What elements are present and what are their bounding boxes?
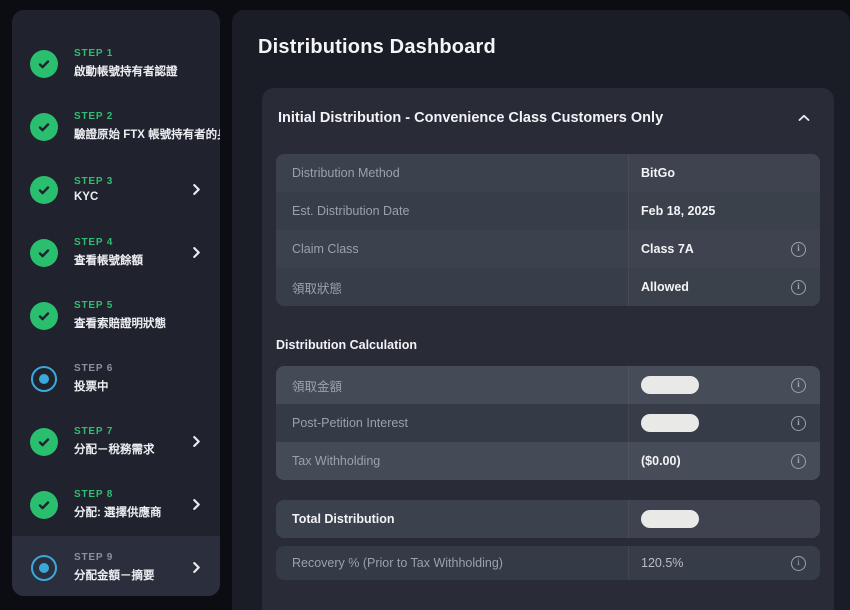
table-row: 領取金額 i [276,366,820,404]
recovery-table: Recovery % (Prior to Tax Withholding) 12… [276,546,820,580]
check-circle-icon [30,491,58,519]
row-label: Distribution Method [276,166,628,180]
table-row: Distribution Method BitGo [276,154,820,192]
sidebar-step-8[interactable]: STEP 8 分配: 選擇供應商 [12,473,220,536]
redacted-value-pill [641,376,699,394]
table-row: Post-Petition Interest i [276,404,820,442]
info-icon[interactable]: i [791,556,806,571]
sidebar-step-4[interactable]: STEP 4 查看帳號餘額 [12,221,220,284]
step-label: STEP 9 [74,552,155,563]
check-circle-icon [30,239,58,267]
step-title: KYC [74,191,113,203]
total-distribution-table: Total Distribution [276,500,820,538]
table-row: Tax Withholding ($0.00) i [276,442,820,480]
step-title: 分配: 選擇供應商 [74,504,162,520]
chevron-up-icon[interactable] [794,110,814,126]
redacted-value-pill [641,414,699,432]
steps-sidebar: STEP 1 啟動帳號持有者認證 STEP 2 驗證原始 FTX 帳號持有者的身… [12,10,220,596]
step-title: 查看索賠證明狀態 [74,315,166,331]
step-title: 驗證原始 FTX 帳號持有者的身份 [74,126,202,142]
table-row: Claim Class Class 7A i [276,230,820,268]
radio-in-progress-icon [31,555,57,581]
step-label: STEP 4 [74,237,143,248]
table-row: 領取狀態 Allowed i [276,268,820,306]
row-label: Tax Withholding [276,454,628,468]
step-title: 分配－稅務需求 [74,441,155,457]
step-label: STEP 2 [74,111,202,122]
calc-section-heading: Distribution Calculation [276,338,820,352]
info-icon[interactable]: i [791,242,806,257]
row-label: Est. Distribution Date [276,204,628,218]
sidebar-step-1[interactable]: STEP 1 啟動帳號持有者認證 [12,32,220,95]
chevron-right-icon [185,499,202,510]
step-label: STEP 8 [74,489,162,500]
sidebar-step-9[interactable]: STEP 9 分配金額－摘要 [12,536,220,596]
row-label: Recovery % (Prior to Tax Withholding) [276,556,628,570]
check-circle-icon [30,50,58,78]
table-row: Total Distribution [276,500,820,538]
sidebar-step-2[interactable]: STEP 2 驗證原始 FTX 帳號持有者的身份 [12,95,220,158]
check-circle-icon [30,428,58,456]
sidebar-step-7[interactable]: STEP 7 分配－稅務需求 [12,410,220,473]
initial-distribution-card: Initial Distribution - Convenience Class… [262,88,834,610]
chevron-right-icon [185,247,202,258]
row-value: Feb 18, 2025 [641,204,715,218]
row-value: 120.5% [641,556,683,570]
info-icon[interactable]: i [791,454,806,469]
card-header: Initial Distribution - Convenience Class… [262,88,834,142]
step-title: 投票中 [74,378,113,394]
table-row: Est. Distribution Date Feb 18, 2025 [276,192,820,230]
row-value: ($0.00) [641,454,681,468]
row-label: 領取金額 [276,376,628,395]
main-panel: Distributions Dashboard Initial Distribu… [232,10,850,610]
info-icon[interactable]: i [791,378,806,393]
check-circle-icon [30,113,58,141]
step-title: 啟動帳號持有者認證 [74,63,178,79]
sidebar-step-6[interactable]: STEP 6 投票中 [12,347,220,410]
row-value: Allowed [641,280,689,294]
sidebar-step-5[interactable]: STEP 5 查看索賠證明狀態 [12,284,220,347]
card-title: Initial Distribution - Convenience Class… [278,110,663,126]
step-label: STEP 3 [74,176,113,187]
step-label: STEP 1 [74,48,178,59]
step-label: STEP 7 [74,426,155,437]
row-label: Post-Petition Interest [276,416,628,430]
table-row: Recovery % (Prior to Tax Withholding) 12… [276,546,820,580]
chevron-right-icon [185,184,202,195]
step-title: 查看帳號餘額 [74,252,143,268]
check-circle-icon [30,176,58,204]
page-title: Distributions Dashboard [232,10,850,59]
check-circle-icon [30,302,58,330]
distribution-calc-table: 領取金額 i Post-Petition Interest i Tax With… [276,366,820,480]
info-icon[interactable]: i [791,416,806,431]
radio-in-progress-icon [31,366,57,392]
redacted-value-pill [641,510,699,528]
step-label: STEP 5 [74,300,166,311]
chevron-right-icon [185,562,202,573]
row-label: Claim Class [276,242,628,256]
row-value: BitGo [641,166,675,180]
info-icon[interactable]: i [791,280,806,295]
row-value: Class 7A [641,242,694,256]
distribution-info-table: Distribution Method BitGo Est. Distribut… [276,154,820,306]
row-label: 領取狀態 [276,278,628,297]
step-title: 分配金額－摘要 [74,567,155,583]
sidebar-step-3[interactable]: STEP 3 KYC [12,158,220,221]
chevron-right-icon [185,436,202,447]
step-label: STEP 6 [74,363,113,374]
row-label: Total Distribution [276,512,628,526]
